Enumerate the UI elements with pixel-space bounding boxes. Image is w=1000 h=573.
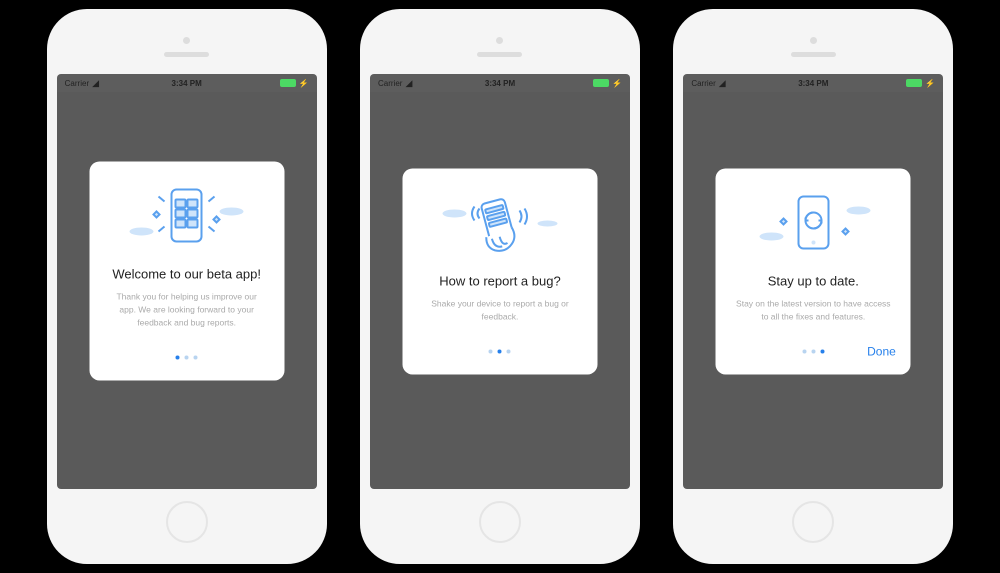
screen: Carrier ◢ 3:34 PM ⚡ [57, 74, 317, 489]
card-body: Thank you for helping us improve our app… [104, 291, 269, 329]
card-footer [104, 349, 269, 365]
page-dot-1[interactable] [176, 355, 180, 359]
welcome-phone-icon [117, 181, 257, 251]
card-title: Stay up to date. [768, 273, 859, 290]
charging-icon: ⚡ [299, 79, 309, 88]
phone-bottom [166, 489, 208, 554]
phone-mockup-2: Carrier ◢ 3:34 PM ⚡ [360, 9, 640, 564]
battery-icon [593, 79, 609, 87]
camera-dot [810, 37, 817, 44]
wifi-icon: ◢ [719, 78, 726, 89]
onboarding-card: How to report a bug? Shake your device t… [402, 168, 597, 374]
phone-top [370, 19, 630, 74]
phone-top [57, 19, 317, 74]
page-dot-1[interactable] [802, 349, 806, 353]
page-dot-3[interactable] [820, 349, 824, 353]
status-right: ⚡ [593, 79, 622, 88]
camera-dot [496, 37, 503, 44]
sync-phone-icon [743, 188, 883, 258]
card-title: Welcome to our beta app! [112, 266, 261, 283]
status-right: ⚡ [280, 79, 309, 88]
wifi-icon: ◢ [405, 78, 412, 89]
earpiece [791, 52, 836, 57]
phone-top [683, 19, 943, 74]
page-dot-1[interactable] [489, 349, 493, 353]
status-left: Carrier ◢ [65, 78, 99, 89]
page-dots [802, 349, 824, 353]
earpiece [477, 52, 522, 57]
onboarding-card: Welcome to our beta app! Thank you for h… [89, 161, 284, 380]
home-button[interactable] [166, 501, 208, 543]
status-time: 3:34 PM [485, 79, 515, 88]
status-time: 3:34 PM [172, 79, 202, 88]
carrier-label: Carrier [65, 79, 89, 88]
charging-icon: ⚡ [925, 79, 935, 88]
page-dot-2[interactable] [185, 355, 189, 359]
page-dots [176, 355, 198, 359]
battery-icon [906, 79, 922, 87]
screen: Carrier ◢ 3:34 PM ⚡ [370, 74, 630, 489]
earpiece [164, 52, 209, 57]
done-button[interactable]: Done [867, 344, 896, 358]
status-right: ⚡ [906, 79, 935, 88]
home-button[interactable] [792, 501, 834, 543]
charging-icon: ⚡ [612, 79, 622, 88]
status-bar: Carrier ◢ 3:34 PM ⚡ [370, 74, 630, 92]
page-dots [489, 349, 511, 353]
wifi-icon: ◢ [92, 78, 99, 89]
screen: Carrier ◢ 3:34 PM ⚡ [683, 74, 943, 489]
shake-phone-icon [430, 188, 570, 258]
onboarding-card: Stay up to date. Stay on the latest vers… [716, 168, 911, 374]
status-time: 3:34 PM [798, 79, 828, 88]
page-dot-3[interactable] [194, 355, 198, 359]
card-footer: Done [731, 343, 896, 359]
card-title: How to report a bug? [439, 273, 560, 290]
phone-bottom [479, 489, 521, 554]
page-dot-3[interactable] [507, 349, 511, 353]
phone-bottom [792, 489, 834, 554]
carrier-label: Carrier [378, 79, 402, 88]
home-button[interactable] [479, 501, 521, 543]
status-bar: Carrier ◢ 3:34 PM ⚡ [683, 74, 943, 92]
page-dot-2[interactable] [498, 349, 502, 353]
status-bar: Carrier ◢ 3:34 PM ⚡ [57, 74, 317, 92]
status-left: Carrier ◢ [691, 78, 725, 89]
card-footer [417, 343, 582, 359]
page-dot-2[interactable] [811, 349, 815, 353]
status-left: Carrier ◢ [378, 78, 412, 89]
card-body: Stay on the latest version to have acces… [731, 298, 896, 324]
phone-mockup-3: Carrier ◢ 3:34 PM ⚡ [673, 9, 953, 564]
camera-dot [183, 37, 190, 44]
card-body: Shake your device to report a bug or fee… [417, 298, 582, 324]
battery-icon [280, 79, 296, 87]
carrier-label: Carrier [691, 79, 715, 88]
phone-mockup-1: Carrier ◢ 3:34 PM ⚡ [47, 9, 327, 564]
